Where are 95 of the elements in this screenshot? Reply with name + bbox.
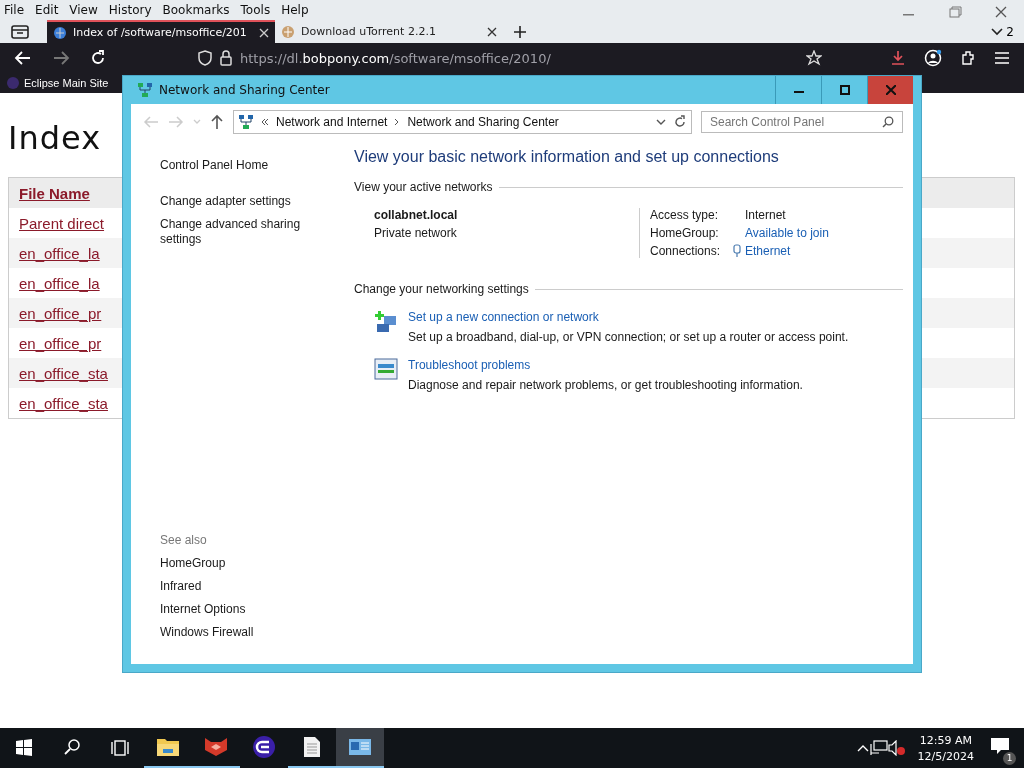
- tab-count: 2: [1006, 24, 1014, 39]
- search-field[interactable]: Search Control Panel: [701, 111, 903, 133]
- chevron-right-icon: [394, 118, 401, 126]
- menu-item[interactable]: View: [69, 3, 98, 17]
- account-icon[interactable]: [924, 49, 942, 67]
- clock-date: 12/5/2024: [917, 749, 974, 763]
- menu-icon[interactable]: [994, 51, 1010, 65]
- menu-item[interactable]: Bookmarks: [162, 3, 230, 17]
- tab-title: Download uTorrent 2.2.1: [301, 25, 437, 38]
- sidebar-link[interactable]: Change advanced sharing settings: [160, 217, 310, 247]
- troubleshoot-icon: [374, 358, 398, 380]
- notification-count: 1: [1003, 752, 1016, 765]
- browser-tab[interactable]: Download uTorrent 2.2.1: [275, 20, 503, 43]
- network-icon[interactable]: [869, 740, 888, 756]
- taskbar-app[interactable]: [336, 728, 384, 768]
- lock-icon: [220, 50, 232, 66]
- forward-icon[interactable]: [52, 50, 70, 66]
- breadcrumb-bar[interactable]: Network and Internet Network and Sharing Center: [233, 110, 692, 134]
- see-also-heading: See also: [160, 533, 208, 547]
- sidebar-link[interactable]: Change adapter settings: [160, 194, 310, 209]
- url-text: https://dl.bobpony.com/software/msoffice/2010/: [240, 50, 552, 66]
- chevron-up-icon[interactable]: [855, 743, 870, 753]
- file-link[interactable]: en_office_sta: [19, 364, 108, 382]
- eclipse-icon: [6, 76, 20, 90]
- clock[interactable]: 12:59 AM 12/5/2024: [917, 733, 974, 763]
- close-button[interactable]: [867, 76, 913, 104]
- folder-icon: [156, 737, 180, 757]
- page-heading: Index: [8, 119, 102, 157]
- close-icon[interactable]: [487, 26, 497, 37]
- network-icon: [238, 114, 254, 130]
- browser-tab[interactable]: Index of /software/msoffice/201: [47, 20, 275, 43]
- connection-link[interactable]: Ethernet: [745, 244, 791, 258]
- breadcrumb-item[interactable]: Network and Sharing Center: [407, 115, 559, 129]
- menu-item[interactable]: Edit: [35, 3, 59, 17]
- sidebar-link[interactable]: Control Panel Home: [160, 158, 310, 173]
- file-link[interactable]: Parent direct: [19, 214, 105, 232]
- task-description: Diagnose and repair network problems, or get troubleshooting information.: [408, 378, 803, 392]
- search-icon: [882, 116, 894, 128]
- file-link[interactable]: en_office_pr: [19, 334, 102, 352]
- extensions-icon[interactable]: [960, 50, 976, 66]
- task-link[interactable]: Set up a new connection or network: [408, 310, 849, 324]
- chevron-icon[interactable]: [991, 27, 1004, 36]
- chevron-left-icon: [261, 118, 269, 126]
- bookmark-item[interactable]: Eclipse Main Site: [6, 76, 109, 90]
- network-icon: [137, 82, 153, 98]
- property-link[interactable]: Available to join: [745, 226, 829, 240]
- clock-time: 12:59 AM: [919, 733, 972, 747]
- window-title: Network and Sharing Center: [159, 83, 331, 97]
- file-link[interactable]: en_office_pr: [19, 304, 102, 322]
- star-icon[interactable]: [806, 50, 822, 66]
- property-value: Internet: [745, 208, 786, 222]
- see-also-link[interactable]: Infrared: [160, 579, 354, 594]
- column-header-link[interactable]: File Name: [19, 184, 90, 202]
- network-type: Private network: [374, 226, 458, 240]
- tab-list-icon[interactable]: [11, 23, 29, 40]
- notification-icon[interactable]: [990, 736, 1010, 756]
- breadcrumb-item[interactable]: Network and Internet: [276, 115, 388, 129]
- menu-item[interactable]: Help: [281, 3, 309, 17]
- document-icon: [303, 736, 321, 758]
- speaker-muted-icon[interactable]: [887, 740, 906, 756]
- property-label: Connections:: [650, 244, 722, 258]
- file-link[interactable]: en_office_sta: [19, 394, 108, 412]
- menu-item[interactable]: History: [108, 3, 152, 17]
- task-link[interactable]: Troubleshoot problems: [408, 358, 803, 372]
- section-heading: View your active networks: [354, 180, 493, 194]
- see-also-link[interactable]: HomeGroup: [160, 556, 354, 571]
- property-label: HomeGroup:: [650, 226, 720, 240]
- file-link[interactable]: en_office_la: [19, 274, 100, 292]
- control-panel-icon: [348, 737, 372, 757]
- see-also-link[interactable]: Internet Options: [160, 602, 354, 617]
- tab-title: Index of /software/msoffice/201: [73, 26, 248, 39]
- menu-item[interactable]: File: [4, 3, 25, 17]
- reload-icon[interactable]: [90, 50, 106, 66]
- refresh-icon[interactable]: [673, 115, 687, 129]
- file-link[interactable]: en_office_la: [19, 244, 100, 262]
- network-setup-icon: [374, 310, 398, 334]
- app-icon: [252, 735, 276, 759]
- app-icon: [204, 737, 228, 757]
- download-icon[interactable]: [890, 50, 906, 66]
- page-icon: [53, 25, 67, 40]
- network-name: collabnet.local: [374, 208, 459, 222]
- new-tab-icon[interactable]: [513, 24, 527, 39]
- maximize-icon: [839, 85, 850, 95]
- page-icon: [281, 24, 295, 39]
- page-heading: View your basic network information and set up connections: [354, 148, 780, 166]
- shield-icon: [198, 50, 212, 66]
- section-heading: Change your networking settings: [354, 282, 529, 296]
- menu-item[interactable]: Tools: [240, 3, 271, 17]
- close-icon: [885, 85, 896, 95]
- ethernet-icon: [733, 244, 741, 258]
- up-icon[interactable]: [210, 114, 224, 130]
- dropdown-icon[interactable]: [656, 118, 666, 126]
- task-description: Set up a broadband, dial-up, or VPN connection; or set up a router or access point.: [408, 330, 849, 344]
- property-label: Access type:: [650, 208, 720, 222]
- see-also-link[interactable]: Windows Firewall: [160, 625, 354, 640]
